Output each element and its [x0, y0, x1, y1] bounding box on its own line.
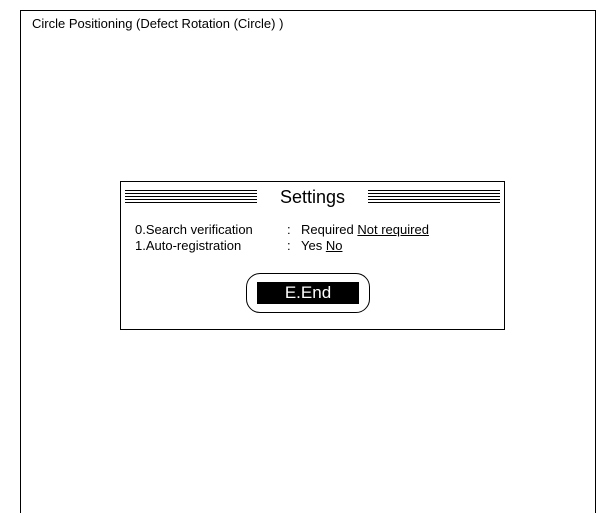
setting-row-auto-registration: 1.Auto-registration: Yes No — [135, 238, 342, 254]
setting-label-auto-registration: 1.Auto-registration — [135, 238, 242, 253]
option-not-required[interactable]: Not required — [357, 222, 429, 237]
header-rule-left — [125, 190, 257, 203]
option-yes[interactable]: Yes — [301, 238, 322, 253]
option-required[interactable]: Required — [301, 222, 354, 237]
setting-label-search-verification: 0.Search verification — [135, 222, 253, 237]
screen-title: Circle Positioning (Defect Rotation (Cir… — [32, 16, 284, 31]
end-button[interactable]: E.End — [257, 282, 359, 304]
dialog-header: Settings — [125, 185, 500, 209]
settings-dialog: Settings 0.Search verification: Required … — [120, 181, 505, 330]
setting-separator: : — [287, 222, 291, 237]
end-button-frame: E.End — [246, 273, 370, 313]
option-no[interactable]: No — [326, 238, 343, 253]
setting-row-search-verification: 0.Search verification: Required Not requi… — [135, 222, 429, 238]
setting-separator: : — [287, 238, 291, 253]
header-rule-right — [368, 190, 500, 203]
dialog-title: Settings — [279, 187, 346, 207]
